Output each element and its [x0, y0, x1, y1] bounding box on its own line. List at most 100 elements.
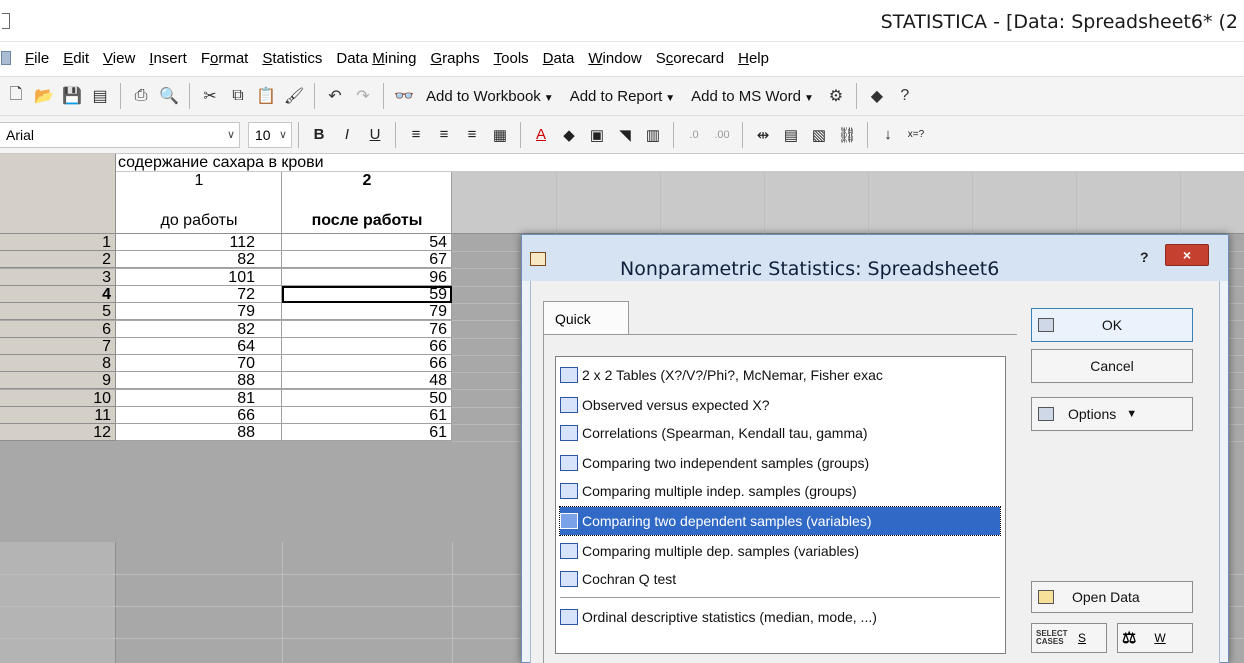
column-header-1[interactable]: 1 до работы [116, 172, 282, 234]
redo-icon[interactable]: ↷ [351, 84, 375, 108]
weight-button[interactable]: ⚖ W [1117, 623, 1193, 653]
align-center-icon[interactable]: ≡ [431, 122, 457, 148]
new-file-icon[interactable]: 🗋 [4, 84, 28, 108]
tab-quick[interactable]: Quick [543, 301, 629, 335]
dialog-title-bar[interactable]: Nonparametric Statistics: Spreadsheet6 ?… [522, 235, 1228, 281]
find-icon[interactable]: 👓 [392, 84, 416, 108]
undo-icon[interactable]: ↶ [323, 84, 347, 108]
underline-icon[interactable]: U [362, 122, 388, 148]
table-cell[interactable]: 50 [282, 390, 452, 407]
row-header[interactable]: 9 [0, 372, 116, 389]
list-item[interactable]: Comparing multiple dep. samples (variabl… [560, 537, 1000, 565]
marking-icon[interactable]: ◥ [612, 122, 638, 148]
table-cell[interactable]: 67 [282, 251, 452, 268]
increase-decimal-icon[interactable]: .0 [681, 122, 707, 148]
table-cell[interactable]: 66 [116, 407, 282, 424]
table-cell[interactable]: 88 [116, 372, 282, 389]
list-item[interactable]: Cochran Q test [560, 565, 1000, 593]
menu-scorecard[interactable]: Scorecard [649, 50, 731, 67]
add-to-workbook-button[interactable]: Add to Workbook ▼ [418, 88, 562, 105]
menu-graphs[interactable]: Graphs [423, 50, 486, 67]
statistica-icon[interactable]: ◆ [865, 84, 889, 108]
align-right-icon[interactable]: ≡ [459, 122, 485, 148]
table-cell[interactable]: 101 [116, 269, 282, 286]
menu-help[interactable]: Help [731, 50, 776, 67]
font-size-combo[interactable]: 10 ∨ [248, 121, 292, 148]
table-cell[interactable]: 82 [116, 321, 282, 338]
row-header[interactable]: 11 [0, 407, 116, 424]
table-cell[interactable]: 70 [116, 355, 282, 372]
list-item[interactable]: Comparing multiple indep. samples (group… [560, 477, 1000, 505]
variable-specs-icon[interactable]: ⇹ [750, 122, 776, 148]
row-header[interactable]: 4 [0, 286, 116, 303]
decrease-decimal-icon[interactable]: .00 [709, 122, 735, 148]
table-cell[interactable]: 72 [116, 286, 282, 303]
font-combo[interactable]: Arial ∨ [0, 121, 240, 148]
row-header[interactable]: 1 [0, 234, 116, 251]
list-item[interactable]: Observed versus expected X? [560, 391, 1000, 419]
menu-edit[interactable]: Edit [56, 50, 96, 67]
list-item[interactable]: Comparing two dependent samples (variabl… [559, 506, 1001, 536]
format-painter-icon[interactable]: 🖌 [282, 84, 306, 108]
fill-color-icon[interactable]: ◆ [556, 122, 582, 148]
cancel-button[interactable]: Cancel [1031, 349, 1193, 383]
active-cell[interactable]: 59 [282, 286, 452, 303]
open-folder-icon[interactable]: 📂 [32, 84, 56, 108]
list-item[interactable]: Ordinal descriptive statistics (median, … [560, 603, 1000, 631]
table-cell[interactable]: 82 [116, 251, 282, 268]
row-header[interactable]: 6 [0, 321, 116, 338]
pdf-icon[interactable]: ▤ [88, 84, 112, 108]
open-data-button[interactable]: Open Data [1031, 581, 1193, 613]
options-button[interactable]: Options ▼ [1031, 397, 1193, 431]
menu-data-mining[interactable]: Data Mining [329, 50, 423, 67]
menu-insert[interactable]: Insert [142, 50, 194, 67]
menu-window[interactable]: Window [581, 50, 648, 67]
table-cell[interactable]: 66 [282, 338, 452, 355]
close-button[interactable]: × [1165, 244, 1209, 266]
print-icon[interactable]: ⎙ [129, 84, 153, 108]
row-header[interactable]: 2 [0, 251, 116, 268]
table-cell[interactable]: 81 [116, 390, 282, 407]
table-cell[interactable]: 64 [116, 338, 282, 355]
grid-icon[interactable]: ▥ [640, 122, 666, 148]
add-to-word-button[interactable]: Add to MS Word ▼ [683, 88, 822, 105]
table-cell[interactable]: 88 [116, 424, 282, 441]
menu-statistics[interactable]: Statistics [255, 50, 329, 67]
context-help-icon[interactable]: ? [893, 84, 917, 108]
row-header[interactable]: 8 [0, 355, 116, 372]
analysis-list[interactable]: 2 x 2 Tables (X?/V?/Phi?, McNemar, Fishe… [555, 356, 1006, 654]
row-header[interactable]: 10 [0, 390, 116, 407]
cut-icon[interactable]: ✂ [198, 84, 222, 108]
ok-button[interactable]: OK [1031, 308, 1193, 342]
menu-view[interactable]: View [96, 50, 142, 67]
table-cell[interactable]: 61 [282, 424, 452, 441]
align-left-icon[interactable]: ≡ [403, 122, 429, 148]
list-item[interactable]: Comparing two independent samples (group… [560, 449, 1000, 477]
table-cell[interactable]: 76 [282, 321, 452, 338]
table-cell[interactable]: 79 [282, 303, 452, 320]
add-to-report-button[interactable]: Add to Report ▼ [562, 88, 683, 105]
table-cell[interactable]: 79 [116, 303, 282, 320]
row-header[interactable]: 12 [0, 424, 116, 441]
table-cell[interactable]: 66 [282, 355, 452, 372]
document-icon[interactable] [1, 51, 11, 65]
table-cell[interactable]: 48 [282, 372, 452, 389]
list-item[interactable]: 2 x 2 Tables (X?/V?/Phi?, McNemar, Fishe… [560, 361, 1000, 389]
menu-format[interactable]: Format [194, 50, 256, 67]
variables-icon[interactable]: ▧ [806, 122, 832, 148]
menu-data[interactable]: Data [536, 50, 582, 67]
copy-icon[interactable]: ⧉ [226, 84, 250, 108]
italic-icon[interactable]: I [334, 122, 360, 148]
table-cell[interactable]: 112 [116, 234, 282, 251]
system-menu-icon[interactable] [2, 13, 10, 29]
menu-tools[interactable]: Tools [487, 50, 536, 67]
sort-icon[interactable]: ↓ [875, 122, 901, 148]
print-preview-icon[interactable]: 🔍 [157, 84, 181, 108]
help-button[interactable]: ? [1140, 249, 1149, 265]
formula-icon[interactable]: x=? [903, 122, 929, 148]
borders-icon[interactable]: ▣ [584, 122, 610, 148]
row-header[interactable]: 5 [0, 303, 116, 320]
paste-icon[interactable]: 📋 [254, 84, 278, 108]
column-header-2[interactable]: 2 после работы [282, 172, 452, 234]
font-color-icon[interactable]: A [528, 122, 554, 148]
